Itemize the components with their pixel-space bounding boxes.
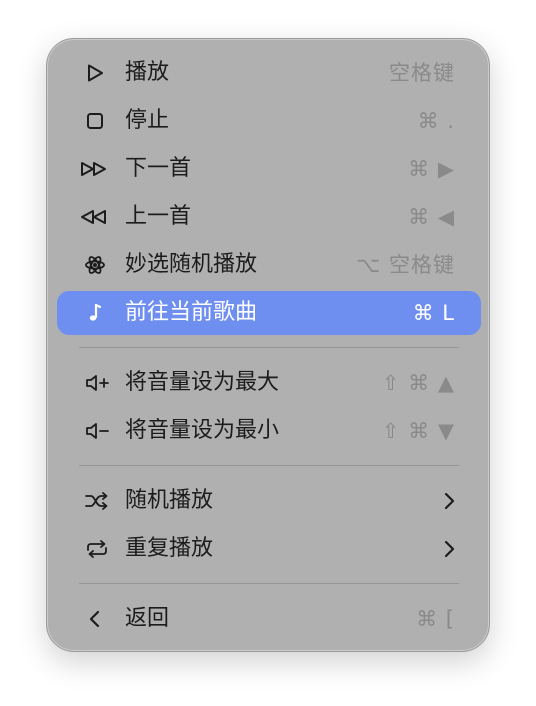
- menu-item-label: 重复播放: [125, 536, 214, 561]
- next-track-icon: [80, 158, 110, 180]
- menu-item-play[interactable]: 播放 空格键: [57, 51, 481, 95]
- menu-item-smart-shuffle[interactable]: 妙选随机播放 ⌥ 空格键: [57, 243, 481, 287]
- menu-divider: [79, 583, 459, 584]
- volume-up-icon: [84, 372, 114, 394]
- menu-item-shortcut: ⌘ ◀: [408, 205, 455, 229]
- menu-item-shortcut: ⇧ ⌘ ▲: [381, 371, 455, 395]
- shuffle-icon: [84, 490, 110, 512]
- menu-item-shortcut: ⌥ 空格键: [356, 253, 455, 277]
- menu-item-shortcut: ⌘ [: [416, 607, 455, 631]
- stop-icon: [84, 110, 106, 132]
- menu-divider: [79, 465, 459, 466]
- chevron-right-icon: [441, 491, 457, 511]
- menu-item-go-to-current-song[interactable]: 前往当前歌曲 ⌘ L: [57, 291, 481, 335]
- context-menu: 播放 空格键 停止 ⌘ . 下一首 ⌘ ▶ 上一首 ⌘ ◀ 妙选随机播放 ⌥ 空…: [46, 38, 490, 652]
- menu-item-volume-min[interactable]: 将音量设为最小 ⇧ ⌘ ▼: [57, 409, 481, 453]
- menu-item-shortcut: 空格键: [389, 61, 455, 85]
- menu-item-label: 将音量设为最大: [125, 370, 280, 395]
- play-icon: [84, 62, 106, 84]
- menu-item-label: 上一首: [125, 204, 192, 229]
- repeat-icon: [84, 538, 110, 560]
- menu-item-label: 停止: [125, 108, 170, 133]
- menu-item-shortcut: ⇧ ⌘ ▼: [381, 419, 455, 443]
- previous-track-icon: [78, 206, 108, 228]
- menu-item-label: 随机播放: [125, 488, 214, 513]
- menu-item-label: 返回: [125, 606, 170, 631]
- menu-item-label: 下一首: [125, 156, 192, 181]
- menu-divider: [79, 347, 459, 348]
- chevron-right-icon: [441, 539, 457, 559]
- atom-icon: [84, 254, 106, 276]
- menu-item-label: 前往当前歌曲: [125, 300, 258, 325]
- menu-item-next-track[interactable]: 下一首 ⌘ ▶: [57, 147, 481, 191]
- menu-item-label: 妙选随机播放: [125, 252, 258, 277]
- volume-down-icon: [84, 420, 114, 442]
- menu-item-shuffle[interactable]: 随机播放: [57, 479, 481, 523]
- music-note-icon: [84, 302, 106, 324]
- menu-item-back[interactable]: 返回 ⌘ [: [57, 597, 481, 641]
- menu-item-label: 播放: [125, 60, 170, 85]
- back-chevron-icon: [84, 608, 106, 630]
- menu-item-label: 将音量设为最小: [125, 418, 280, 443]
- menu-item-volume-max[interactable]: 将音量设为最大 ⇧ ⌘ ▲: [57, 361, 481, 405]
- menu-item-shortcut: ⌘ ▶: [408, 157, 455, 181]
- menu-item-shortcut: ⌘ L: [412, 301, 455, 325]
- menu-item-repeat[interactable]: 重复播放: [57, 527, 481, 571]
- menu-item-stop[interactable]: 停止 ⌘ .: [57, 99, 481, 143]
- menu-item-shortcut: ⌘ .: [417, 109, 455, 133]
- menu-item-previous-track[interactable]: 上一首 ⌘ ◀: [57, 195, 481, 239]
